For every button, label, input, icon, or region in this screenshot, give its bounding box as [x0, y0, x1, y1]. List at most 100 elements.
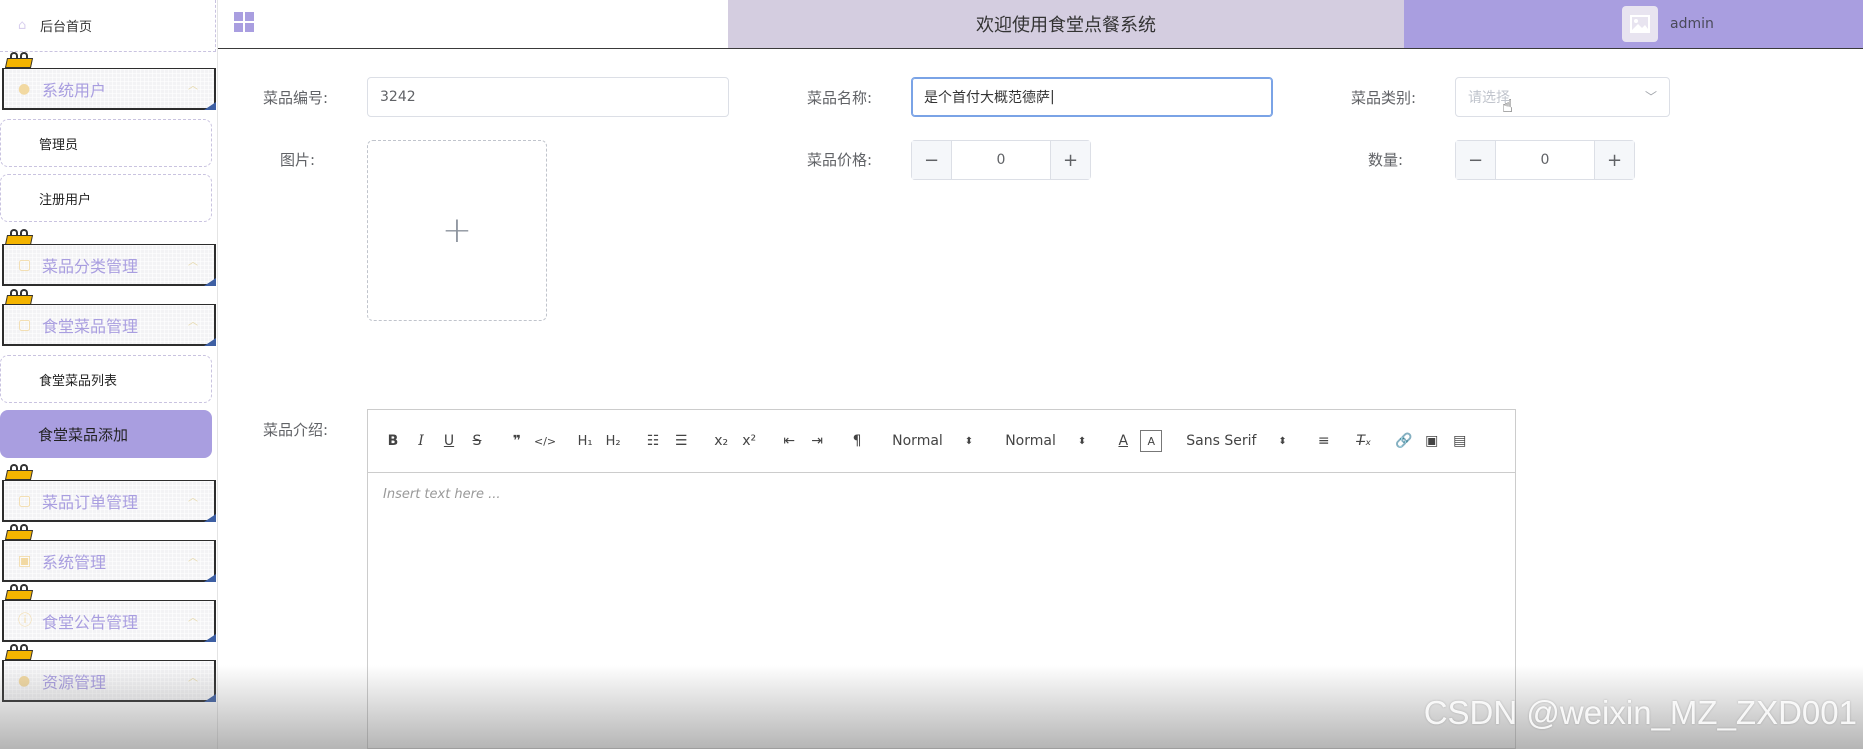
sidebar-menu-dish-category[interactable]: ▢ 菜品分类管理 ︿ — [2, 244, 216, 286]
binder-clip-icon — [4, 229, 34, 245]
user-icon: ● — [18, 80, 31, 97]
editor-placeholder[interactable]: Insert text here ... — [368, 473, 1515, 516]
corner-fold-icon — [204, 574, 216, 582]
bulb-icon: ● — [18, 672, 31, 689]
chevron-up-icon: ︿ — [188, 317, 198, 328]
binder-clip-icon — [4, 644, 34, 660]
quantity-value[interactable]: 0 — [1496, 141, 1594, 179]
heading1-icon[interactable]: H₁ — [574, 430, 596, 452]
binder-clip-icon — [4, 584, 34, 600]
ordered-list-icon[interactable]: ☷ — [642, 430, 664, 452]
sidebar-menu-system-management[interactable]: ▣ 系统管理 ︿ — [2, 540, 216, 582]
folder-icon: ▢ — [18, 492, 32, 509]
sidebar-item-label: 食堂菜品添加 — [38, 425, 129, 444]
sidebar-item-registered-users[interactable]: 注册用户 — [0, 174, 212, 222]
sidebar-home-label: 后台首页 — [40, 20, 93, 35]
sidebar-menu-resources[interactable]: ● 资源管理 ︿ — [2, 660, 216, 702]
sidebar-menu-canteen-dish[interactable]: ▢ 食堂菜品管理 ︿ — [2, 304, 216, 346]
chevron-up-icon: ︿ — [188, 613, 198, 624]
dish-code-input[interactable]: 3242 — [367, 77, 729, 117]
chevron-up-icon: ︿ — [188, 257, 198, 268]
text-color-icon[interactable]: A — [1112, 430, 1134, 452]
chevron-up-icon: ︿ — [188, 673, 198, 684]
superscript-icon[interactable]: x² — [738, 430, 760, 452]
top-header: 欢迎使用食堂点餐系统 admin — [218, 0, 1863, 49]
align-icon[interactable]: ≡ — [1313, 430, 1335, 452]
heading2-icon[interactable]: H₂ — [602, 430, 624, 452]
dish-name-label: 菜品名称: — [807, 89, 873, 107]
font-select[interactable]: Sans Serif ⬍ — [1186, 433, 1287, 449]
plus-icon: + — [441, 210, 473, 251]
corner-fold-icon — [204, 694, 216, 702]
header-select-value: Normal — [892, 433, 943, 449]
user-menu[interactable]: admin — [1404, 0, 1863, 48]
background-color-icon[interactable]: A — [1140, 430, 1163, 452]
watermark: CSDN @weixin_MZ_ZXD001 — [1423, 694, 1857, 731]
chevron-down-icon: ﹀ — [1644, 90, 1657, 104]
dish-category-select[interactable]: 请选择 ﹀ — [1455, 77, 1670, 117]
quantity-stepper[interactable]: − 0 + — [1455, 140, 1635, 180]
sidebar-menu-label: 食堂菜品管理 — [42, 316, 139, 336]
select-arrows-icon: ⬍ — [964, 435, 974, 447]
price-value[interactable]: 0 — [952, 141, 1050, 179]
link-icon[interactable]: 🔗 — [1393, 430, 1415, 452]
rich-text-editor[interactable]: B I U S ❞ </> H₁ H₂ ☷ ☰ x₂ x² ⇤ ⇥ ¶ Norm… — [367, 409, 1516, 749]
chevron-up-icon: ︿ — [188, 493, 198, 504]
header-select[interactable]: Normal ⬍ — [892, 433, 973, 449]
sidebar-menu-announcements[interactable]: ⓘ 食堂公告管理 ︿ — [2, 600, 216, 642]
username: admin — [1670, 16, 1714, 32]
image-icon[interactable]: ▣ — [1421, 430, 1443, 452]
sidebar-menu-dish-orders[interactable]: ▢ 菜品订单管理 ︿ — [2, 480, 216, 522]
sidebar-menu-label: 系统管理 — [42, 552, 107, 572]
dish-name-input[interactable]: 是个首付大概范德萨 | — [911, 77, 1273, 117]
italic-icon[interactable]: I — [410, 430, 432, 452]
size-select[interactable]: Normal ⬍ — [1005, 433, 1086, 449]
price-stepper[interactable]: − 0 + — [911, 140, 1091, 180]
image-placeholder-icon — [1630, 15, 1650, 33]
quantity-label: 数量: — [1368, 151, 1404, 169]
corner-fold-icon — [204, 338, 216, 346]
video-icon[interactable]: ▤ — [1449, 430, 1471, 452]
price-increase-button[interactable]: + — [1050, 141, 1090, 179]
quantity-increase-button[interactable]: + — [1594, 141, 1634, 179]
price-label: 菜品价格: — [807, 151, 873, 169]
sidebar-item-dish-add[interactable]: 食堂菜品添加 — [0, 410, 212, 458]
menu-grid-icon[interactable] — [234, 12, 254, 32]
quantity-decrease-button[interactable]: − — [1456, 141, 1496, 179]
outdent-icon[interactable]: ⇤ — [778, 430, 800, 452]
font-select-value: Sans Serif — [1186, 433, 1257, 449]
sidebar-item-dish-list[interactable]: 食堂菜品列表 — [0, 355, 212, 403]
chevron-up-icon: ︿ — [188, 81, 198, 92]
clear-format-icon[interactable]: T̶ₓ — [1353, 430, 1375, 452]
image-upload-box[interactable]: + — [367, 140, 547, 321]
select-arrows-icon: ⬍ — [1077, 435, 1087, 447]
price-decrease-button[interactable]: − — [912, 141, 952, 179]
size-select-value: Normal — [1005, 433, 1056, 449]
corner-fold-icon — [204, 514, 216, 522]
bold-icon[interactable]: B — [382, 430, 404, 452]
image-label: 图片: — [280, 151, 316, 169]
text-direction-icon[interactable]: ¶ — [846, 430, 868, 452]
chevron-up-icon: ︿ — [188, 553, 198, 564]
underline-icon[interactable]: U — [438, 430, 460, 452]
dish-name-value: 是个首付大概范德萨 — [924, 90, 1050, 106]
sidebar-menu-system-users[interactable]: ● 系统用户 ︿ — [2, 68, 216, 110]
sidebar-item-admin[interactable]: 管理员 — [0, 119, 212, 167]
sidebar-item-label: 注册用户 — [39, 192, 92, 208]
hand-cursor-icon: ☝ — [1502, 96, 1513, 117]
page-title: 欢迎使用食堂点餐系统 — [728, 0, 1404, 48]
strike-icon[interactable]: S — [466, 430, 488, 452]
subscript-icon[interactable]: x₂ — [710, 430, 732, 452]
bullet-list-icon[interactable]: ☰ — [670, 430, 692, 452]
sidebar: ⌂ 后台首页 ● 系统用户 ︿ 管理员 注册用户 ▢ 菜品分类管理 ︿ ▢ 食堂… — [0, 0, 218, 749]
indent-icon[interactable]: ⇥ — [806, 430, 828, 452]
sidebar-item-label: 管理员 — [39, 137, 79, 153]
blockquote-icon[interactable]: ❞ — [506, 430, 528, 452]
avatar[interactable] — [1622, 6, 1658, 42]
dish-category-label: 菜品类别: — [1351, 89, 1417, 107]
binder-clip-icon — [4, 289, 34, 305]
info-icon: ⓘ — [18, 612, 32, 629]
code-block-icon[interactable]: </> — [534, 430, 556, 452]
binder-clip-icon — [4, 464, 34, 480]
sidebar-item-home[interactable]: ⌂ 后台首页 — [0, 0, 216, 52]
